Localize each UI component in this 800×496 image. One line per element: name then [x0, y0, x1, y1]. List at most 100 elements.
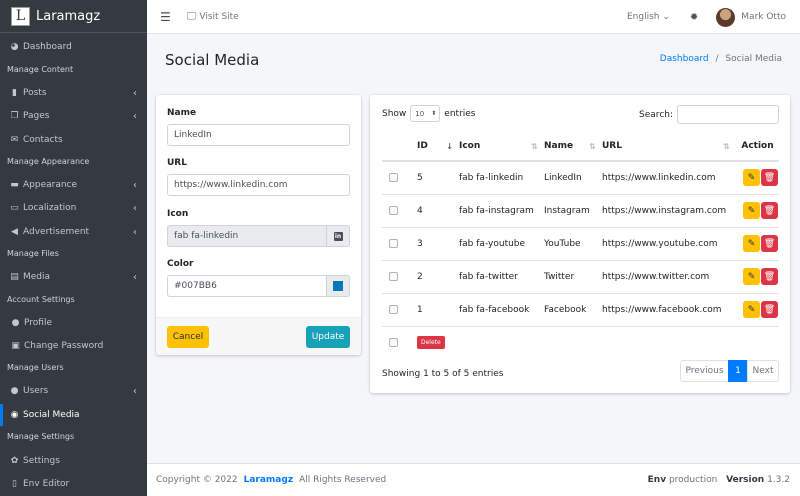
file-icon: ▯ — [12, 479, 17, 489]
row-checkbox[interactable] — [389, 272, 398, 281]
delete-button[interactable]: 🗑 — [761, 268, 778, 285]
delete-button[interactable]: 🗑 — [761, 169, 778, 187]
chevron-left-icon: ‹ — [133, 202, 137, 214]
row-checkbox[interactable] — [389, 305, 398, 314]
sidebar-item-label: Settings — [23, 456, 60, 466]
column-header-icon[interactable]: Icon ⇅ — [459, 132, 544, 162]
cancel-button[interactable]: Cancel — [167, 326, 209, 348]
icon-preview-addon: in — [326, 225, 350, 247]
nav-header-manage-files: Manage Files — [7, 249, 59, 258]
hamburger-icon[interactable]: ☰ — [160, 10, 171, 24]
edit-button[interactable]: ✎ — [743, 169, 760, 187]
cell-actions: ✎ 🗑 — [736, 259, 779, 293]
sidebar-item-pages[interactable]: ❐ Pages ‹ — [0, 105, 147, 127]
sidebar-item-label: Localization — [23, 203, 77, 213]
sidebar-item-label: Advertisement — [23, 227, 90, 237]
page-1-button[interactable]: 1 — [728, 360, 748, 382]
column-header-label: ID — [417, 141, 428, 151]
breadcrumb-dashboard[interactable]: Dashboard — [660, 54, 709, 64]
sidebar-item-change-password[interactable]: ▣ Change Password — [0, 335, 147, 357]
entries-select[interactable]: 10 ⬍ — [410, 105, 441, 122]
icon-field[interactable]: fab fa-linkedin in — [167, 225, 350, 247]
cell-id: 4 — [417, 193, 459, 227]
color-field[interactable]: #007BB6 — [167, 275, 350, 297]
bullhorn-icon: ◀ — [11, 227, 18, 237]
row-checkbox[interactable] — [389, 173, 398, 183]
env-value: production — [668, 475, 718, 485]
row-checkbox[interactable] — [389, 206, 398, 215]
delete-button[interactable]: 🗑 — [761, 235, 778, 252]
sidebar-item-users[interactable]: ● Users ‹ — [0, 380, 147, 402]
table-header-row: ID ↓ Icon ⇅ Name ⇅ URL ⇅ Action — [382, 132, 779, 162]
avatar[interactable] — [716, 7, 736, 27]
update-button[interactable]: Update — [306, 326, 350, 348]
select-column-header — [382, 132, 417, 162]
sidebar-item-profile[interactable]: ● Profile — [0, 312, 147, 334]
color-picker-addon[interactable] — [326, 275, 350, 297]
column-header-name[interactable]: Name ⇅ — [544, 132, 602, 162]
footer-brand-link[interactable]: Laramagz — [244, 475, 293, 485]
edit-button[interactable]: ✎ — [743, 235, 760, 252]
delete-button[interactable]: 🗑 — [761, 301, 778, 318]
language-dropdown[interactable]: English ⌄ — [627, 12, 670, 22]
visit-site-link[interactable]: 🖵 Visit Site — [187, 11, 239, 22]
cell-actions: ✎ 🗑 — [736, 292, 779, 326]
column-header-url[interactable]: URL ⇅ — [602, 132, 736, 162]
sidebar-item-label: Contacts — [23, 135, 63, 145]
sidebar-item-appearance[interactable]: ▬ Appearance ‹ — [0, 174, 147, 196]
sidebar-item-social-media[interactable]: ◉ Social Media — [0, 404, 147, 426]
edit-button[interactable]: ✎ — [743, 301, 760, 318]
column-header-label: Name — [544, 141, 574, 151]
url-field[interactable]: https://www.linkedin.com — [167, 174, 350, 196]
sidebar-item-media[interactable]: ▤ Media ‹ — [0, 266, 147, 288]
envelope-icon: ✉ — [10, 135, 19, 145]
bulk-delete-button[interactable]: Delete — [417, 336, 445, 350]
name-value: LinkedIn — [174, 130, 212, 140]
entries-value: 10 — [415, 109, 425, 118]
sidebar-item-settings[interactable]: ✿ Settings — [0, 450, 147, 472]
footer-meta: Env production Version 1.3.2 — [648, 475, 790, 485]
url-value: https://www.linkedin.com — [174, 180, 288, 190]
sidebar-item-localization[interactable]: ▭ Localization ‹ — [0, 197, 147, 219]
table-row: 2 fab fa-twitter Twitter https://www.twi… — [382, 259, 779, 293]
show-label: Show — [382, 108, 407, 119]
sidebar-item-label: Social Media — [23, 410, 80, 420]
sidebar-item-env-editor[interactable]: ▯ Env Editor — [0, 473, 147, 495]
delete-button[interactable]: 🗑 — [761, 202, 778, 219]
next-page-button[interactable]: Next — [747, 360, 779, 382]
previous-page-button[interactable]: Previous — [680, 360, 729, 382]
entries-length: Show 10 ⬍ entries — [382, 105, 476, 122]
edit-button[interactable]: ✎ — [743, 268, 760, 285]
nav-header-manage-settings: Manage Settings — [7, 432, 75, 441]
sidebar-item-dashboard[interactable]: ◕ Dashboard — [0, 36, 147, 58]
sidebar-item-advertisement[interactable]: ◀ Advertisement ‹ — [0, 221, 147, 243]
footer: Copyright © 2022 Laramagz All Rights Res… — [147, 463, 800, 496]
column-header-action: Action — [736, 132, 779, 162]
user-name[interactable]: Mark Otto — [741, 12, 786, 22]
row-checkbox[interactable] — [389, 239, 398, 248]
row-checkbox-cell — [382, 160, 417, 194]
select-all-checkbox[interactable] — [389, 338, 398, 348]
brand-name: Laramagz — [36, 8, 101, 24]
rights-text: All Rights Reserved — [299, 475, 387, 485]
topbar: ☰ 🖵 Visit Site English ⌄ ✹ Mark Otto — [147, 0, 800, 34]
gear-icon[interactable]: ✹ — [690, 12, 698, 23]
bulk-action-row: Delete — [382, 325, 779, 359]
cell-actions: ✎ 🗑 — [736, 193, 779, 227]
brand-logo: L — [11, 6, 30, 26]
edit-button[interactable]: ✎ — [743, 202, 760, 219]
sidebar-item-posts[interactable]: ▮ Posts ‹ — [0, 82, 147, 104]
search-input[interactable] — [677, 105, 779, 124]
column-header-label: URL — [602, 141, 622, 151]
cell-icon: fab fa-facebook — [459, 292, 544, 326]
brand-link[interactable]: L Laramagz — [0, 0, 147, 33]
breadcrumb-separator: / — [715, 54, 719, 64]
name-field[interactable]: LinkedIn — [167, 124, 350, 146]
copy-icon: ❐ — [10, 111, 19, 121]
column-header-id[interactable]: ID ↓ — [417, 132, 459, 162]
social-media-table-card: Show 10 ⬍ entries Search: ID ↓ Icon ⇅ Na… — [370, 95, 790, 393]
sidebar-item-label: Posts — [23, 88, 47, 98]
cell-id: 1 — [417, 292, 459, 326]
sidebar-item-contacts[interactable]: ✉ Contacts — [0, 129, 147, 151]
icon-value: fab fa-linkedin — [174, 231, 239, 241]
